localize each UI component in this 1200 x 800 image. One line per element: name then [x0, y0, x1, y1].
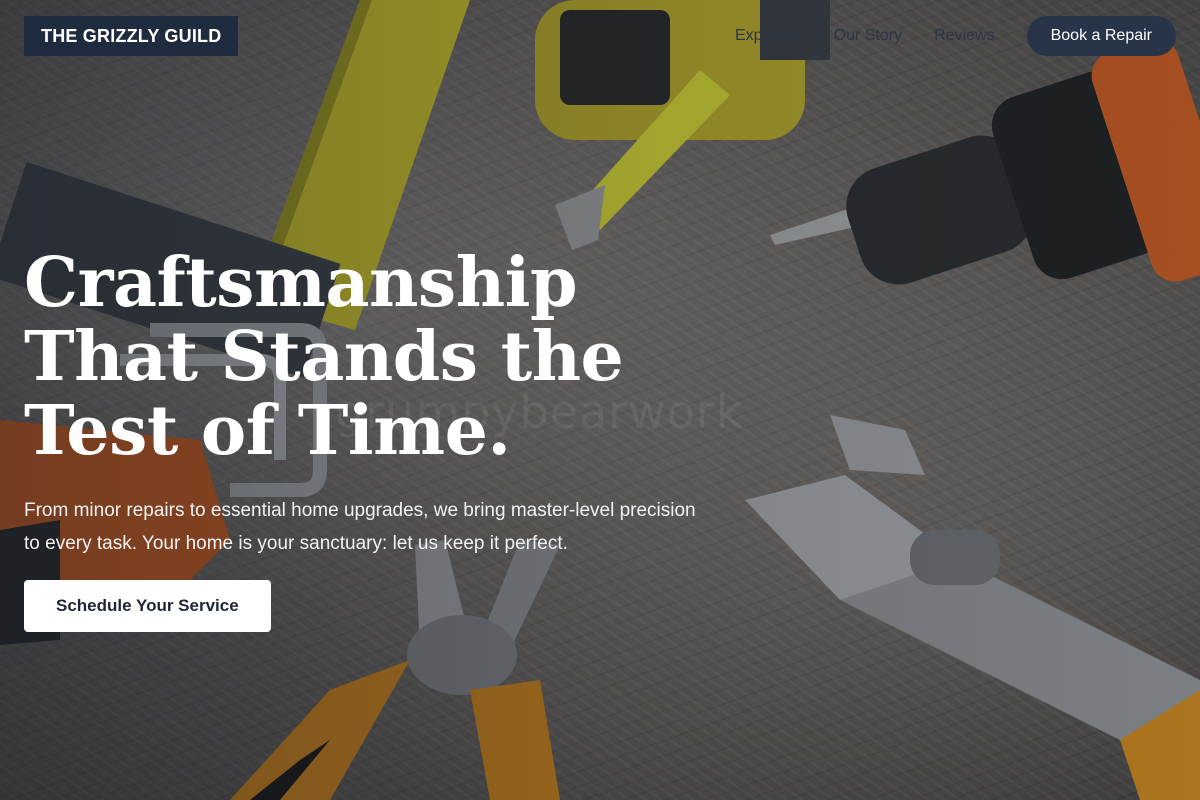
nav-link-expertise[interactable]: Expertise: [735, 27, 802, 45]
hero-headline: Craftsmanship That Stands the Test of Ti…: [24, 243, 624, 471]
book-repair-button[interactable]: Book a Repair: [1026, 16, 1176, 56]
brand-logo[interactable]: THE GRIZZLY GUILD: [24, 16, 239, 56]
hero-content: Craftsmanship That Stands the Test of Ti…: [24, 246, 714, 632]
nav-link-our-story[interactable]: Our Story: [834, 27, 902, 45]
main-nav: Expertise Our Story Reviews Book a Repai…: [735, 16, 1176, 56]
hero-section: grumpybearwork THE GRIZZLY GUILD Experti…: [0, 0, 1200, 800]
schedule-service-button[interactable]: Schedule Your Service: [24, 580, 271, 632]
hero-subtext: From minor repairs to essential home upg…: [24, 500, 696, 554]
site-header: THE GRIZZLY GUILD Expertise Our Story Re…: [24, 16, 1176, 56]
nav-link-reviews[interactable]: Reviews: [934, 27, 994, 45]
